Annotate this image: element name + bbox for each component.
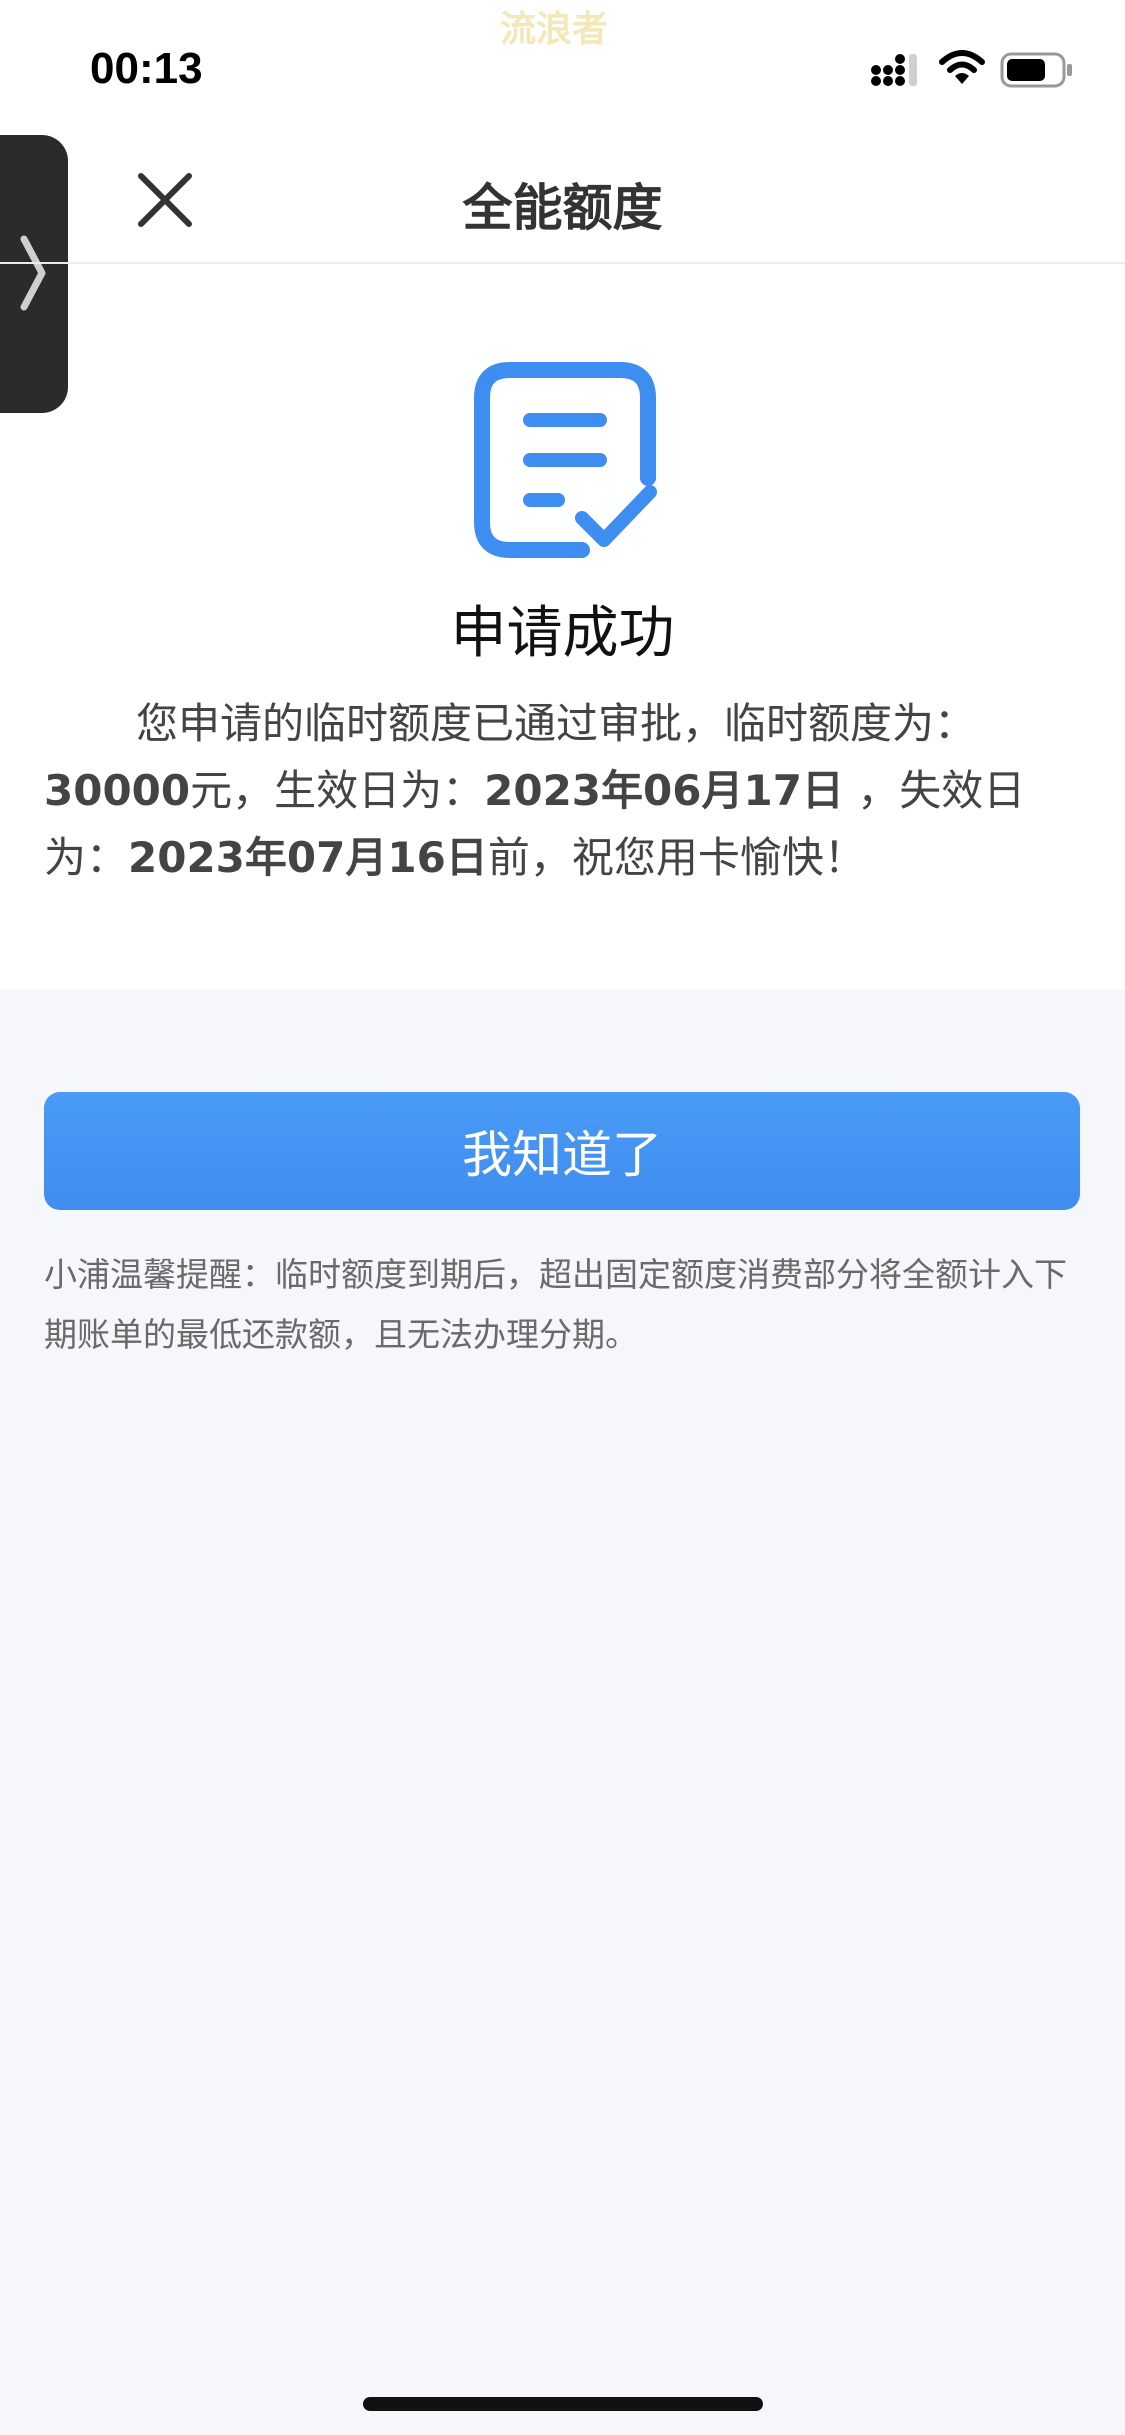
status-time: 00:13 (90, 44, 203, 93)
got-it-button[interactable]: 我知道了 (44, 1092, 1080, 1210)
effective-date: 2023年06月17日 (484, 766, 844, 815)
status-bar: 00:13 流浪者 (0, 0, 1125, 140)
desc-text: 元，生效日为： (190, 766, 485, 815)
home-indicator[interactable] (363, 2397, 763, 2411)
page-title: 全能额度 (462, 179, 663, 237)
desc-text: 前，祝您用卡愉快！ (487, 833, 866, 882)
watermark: 流浪者 (500, 9, 609, 50)
nav-bar: 全能额度 (0, 140, 1125, 264)
desc-text: 您申请的临时额度已通过审批，临时额度为： (136, 699, 977, 748)
result-description: 您申请的临时额度已通过审批，临时额度为： 30000元，生效日为：2023年06月… (44, 690, 1084, 891)
battery-icon (1000, 52, 1074, 92)
reminder-text: 小浦温馨提醒：临时额度到期后，超出固定额度消费部分将全额计入下期账单的最低还款额… (44, 1255, 1067, 1354)
document-check-icon (470, 360, 660, 564)
temp-limit-amount: 30000 (44, 766, 191, 815)
expiry-date: 2023年07月16日 (128, 833, 488, 882)
result-title: 申请成功 (450, 601, 675, 666)
cellular-signal-icon (870, 52, 920, 92)
wifi-icon (938, 48, 986, 92)
